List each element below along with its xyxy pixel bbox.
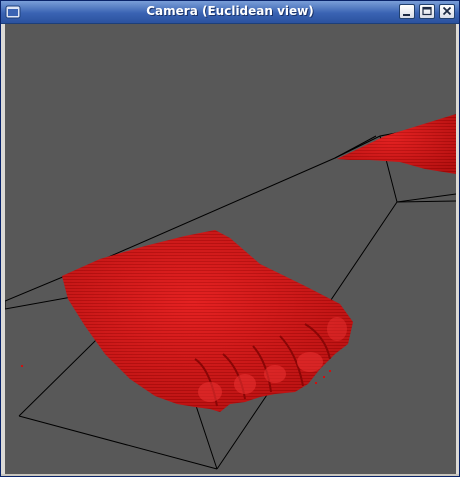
app-window: Camera (Euclidean view) — [0, 0, 460, 477]
title-bar[interactable]: Camera (Euclidean view) — [1, 1, 459, 24]
close-button[interactable] — [439, 4, 455, 19]
scene-render — [5, 114, 456, 470]
3d-viewport[interactable] — [5, 24, 456, 474]
maximize-button[interactable] — [419, 4, 435, 19]
maximize-icon — [422, 6, 432, 16]
close-icon — [442, 6, 452, 16]
voxel-model-secondary — [337, 114, 456, 174]
minimize-icon — [403, 14, 410, 16]
window-title: Camera (Euclidean view) — [146, 4, 314, 18]
minimize-button[interactable] — [399, 4, 415, 19]
window-bottom-border — [1, 474, 459, 476]
voxel-model-foot — [21, 230, 353, 412]
